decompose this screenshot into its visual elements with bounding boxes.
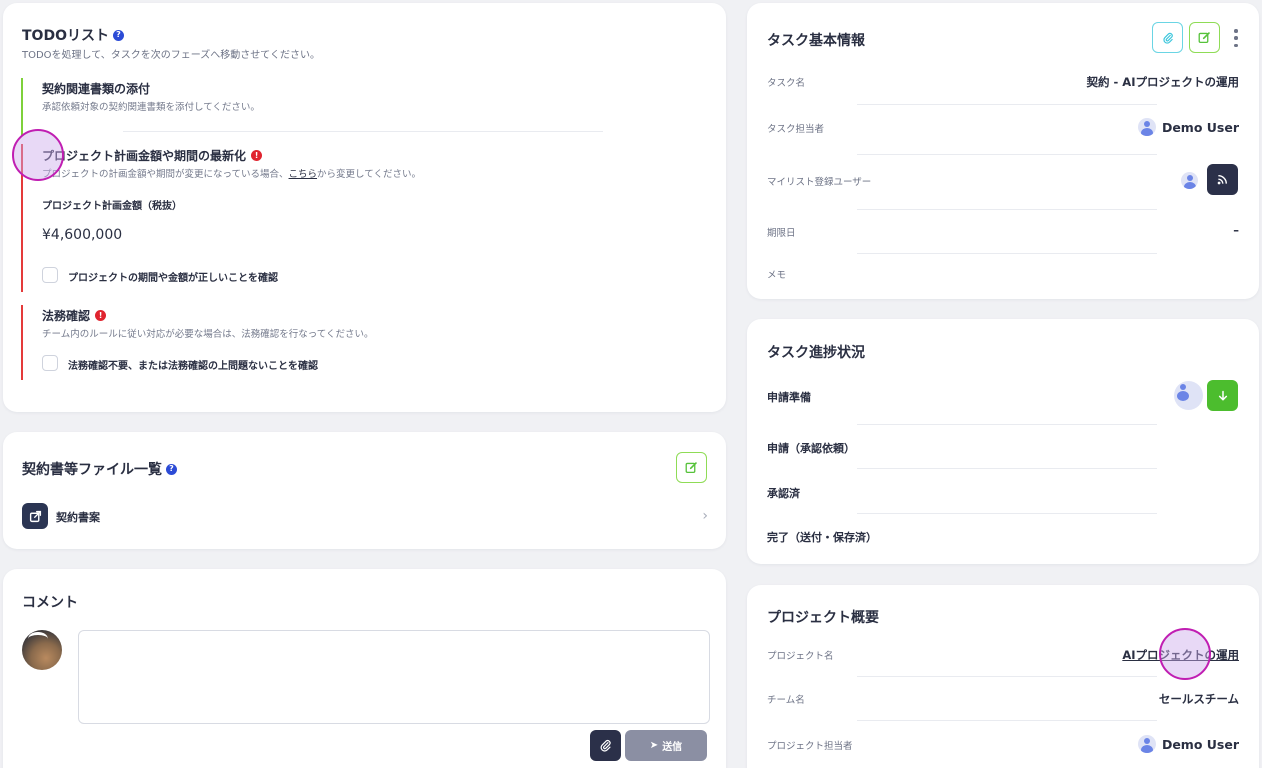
todo-subtitle: TODOを処理して、タスクを次のフェーズへ移動させてください。 [22, 50, 320, 61]
arrow-down-icon [1218, 390, 1227, 400]
user-avatar-icon [1137, 118, 1156, 136]
files-card: 契約書等ファイル一覧 ? 契約書案 › [3, 432, 726, 549]
advance-phase-button[interactable] [1207, 380, 1238, 411]
memo-label: メモ [767, 270, 787, 281]
plan-amount-label: プロジェクト計画金額（税抜） [42, 201, 182, 212]
task-name-value: 契約 - AIプロジェクトの運用 [1086, 75, 1239, 89]
rss-icon [1217, 175, 1227, 185]
section-desc-attach: 承認依頼対象の契約関連書類を添付してください。 [42, 102, 260, 113]
row-divider [857, 154, 1157, 155]
change-here-link[interactable]: こちら [289, 169, 318, 180]
todo-title: TODOリスト [22, 28, 109, 44]
files-title: 契約書等ファイル一覧 [22, 462, 162, 478]
row-divider [857, 424, 1157, 425]
chevron-right-icon: › [702, 508, 708, 524]
plan-amount-value: ¥4,600,000 [42, 227, 123, 243]
alert-icon: ! [95, 310, 107, 321]
team-name-label: チーム名 [767, 695, 805, 706]
task-progress-title: タスク進捗状況 [767, 345, 865, 361]
more-vertical-icon[interactable] [1231, 29, 1241, 47]
attach-button[interactable] [590, 730, 621, 761]
paperclip-icon [1162, 32, 1173, 44]
section-status-bar-alert [21, 305, 23, 380]
progress-step-approved: 承認済 [767, 487, 800, 500]
edit-files-button[interactable] [676, 452, 707, 483]
avatar [22, 630, 62, 670]
user-avatar-icon [1174, 381, 1203, 410]
due-date-value: – [1233, 223, 1239, 237]
row-divider [857, 468, 1157, 469]
open-external-icon [22, 503, 48, 529]
files-title-wrap: 契約書等ファイル一覧 ? [22, 459, 177, 479]
help-icon[interactable]: ? [112, 29, 124, 41]
task-name-label: タスク名 [767, 78, 806, 89]
comment-card: コメント ➤ 送信 [3, 569, 726, 768]
file-item-label: 契約書案 [56, 511, 100, 524]
task-info-card: タスク基本情報 タスク名 契約 - AIプロジェクトの運用 タスク担当者 Dem… [747, 3, 1259, 299]
progress-step-request: 申請（承認依頼） [767, 442, 855, 455]
row-divider [857, 513, 1157, 514]
team-name-value: セールスチーム [1158, 692, 1239, 706]
project-title: プロジェクト概要 [767, 610, 879, 626]
comment-input[interactable] [78, 630, 710, 724]
project-name-value: AIプロジェクトの運用 [1122, 647, 1239, 663]
due-date-label: 期限日 [767, 228, 796, 239]
comment-title: コメント [22, 595, 78, 611]
todo-card: TODOリスト ? TODOを処理して、タスクを次のフェーズへ移動させてください… [3, 3, 726, 412]
row-divider [857, 676, 1157, 677]
section-status-bar-done [21, 78, 23, 136]
section-title-attach: 契約関連書類の添付 [42, 82, 151, 96]
edit-task-button[interactable] [1189, 22, 1220, 53]
row-divider [857, 253, 1157, 254]
send-label: 送信 [662, 742, 683, 753]
help-icon[interactable]: ? [166, 463, 177, 475]
task-assignee-label: タスク担当者 [767, 124, 825, 135]
section-title-legal: 法務確認 ! [42, 307, 107, 324]
section-desc-legal: チーム内のルールに従い対応が必要な場合は、法務確認を行なってください。 [42, 329, 374, 340]
confirm-period-amount-checkbox[interactable] [42, 267, 58, 283]
user-avatar-icon [1137, 735, 1156, 753]
mylist-users-label: マイリスト登録ユーザー [767, 177, 872, 188]
section-desc-plan-update: プロジェクトの計画金額や期間が変更になっている場合、こちらから変更してください。 [42, 169, 421, 180]
section-title-plan-update: プロジェクト計画金額や期間の最新化 ! [42, 147, 263, 164]
file-item[interactable]: 契約書案 › [22, 503, 712, 531]
confirm-period-amount-label: プロジェクトの期間や金額が正しいことを確認 [68, 273, 278, 284]
task-progress-card: タスク進捗状況 申請準備 申請（承認依頼） 承認済 完了（送付・保存済） [747, 319, 1259, 564]
progress-step-complete: 完了（送付・保存済） [767, 531, 877, 544]
progress-step-prepare: 申請準備 [767, 391, 811, 404]
row-divider [857, 720, 1157, 721]
task-assignee-value: Demo User [1137, 118, 1239, 136]
project-owner-value: Demo User [1137, 735, 1239, 753]
confirm-legal-checkbox[interactable] [42, 355, 58, 371]
project-name-link[interactable]: AIプロジェクトの運用 [1122, 647, 1239, 663]
send-icon: ➤ [649, 740, 659, 751]
attach-link-button[interactable] [1152, 22, 1183, 53]
confirm-legal-label: 法務確認不要、または法務確認の上問題ないことを確認 [68, 361, 318, 372]
section-status-bar-alert [21, 144, 23, 292]
edit-icon [685, 462, 697, 474]
project-name-label: プロジェクト名 [767, 651, 834, 662]
rss-subscribe-button[interactable] [1207, 164, 1238, 195]
send-button[interactable]: ➤ 送信 [625, 730, 707, 761]
edit-icon [1198, 32, 1210, 44]
paperclip-icon [600, 739, 611, 752]
project-owner-label: プロジェクト担当者 [767, 741, 853, 752]
alert-icon: ! [251, 150, 263, 161]
row-divider [857, 104, 1157, 105]
project-card: プロジェクト概要 プロジェクト名 AIプロジェクトの運用 チーム名 セールスチー… [747, 585, 1259, 768]
row-divider [857, 209, 1157, 210]
section-divider [123, 131, 603, 132]
task-info-title: タスク基本情報 [767, 33, 865, 49]
todo-title-wrap: TODOリスト ? [22, 25, 124, 45]
user-avatar-icon [1181, 172, 1198, 189]
